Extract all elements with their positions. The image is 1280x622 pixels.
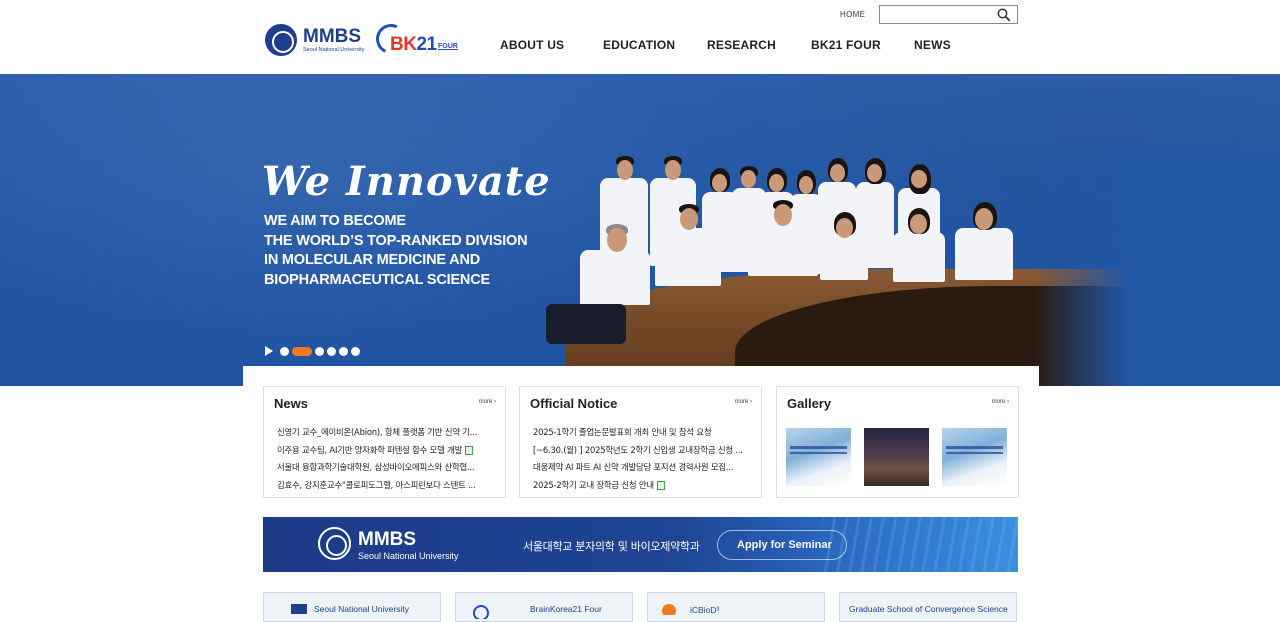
- news-item[interactable]: 이주용 교수팀, AI기반 양자화학 퍼텐셜 함수 모델 개발: [277, 442, 495, 460]
- play-icon[interactable]: [265, 346, 273, 356]
- bk21-emblem-icon: [473, 605, 489, 619]
- news-title: News: [274, 396, 308, 411]
- search-icon[interactable]: [997, 8, 1011, 22]
- mmbs-logo-subtitle: Seoul National University: [303, 46, 365, 53]
- hero-line: THE WORLD’S TOP-RANKED DIVISION: [264, 233, 528, 249]
- news-board: News more › 신영기 교수_에이비온(Abion), 항체 플랫폼 기…: [263, 386, 506, 498]
- news-item[interactable]: 서울대 융합과학기술대학원, 삼성바이오에피스와 산학협...: [277, 459, 495, 477]
- news-item[interactable]: 김효수, 강지훈교수"콜로피도그렐, 아스피린보다 스텐트 ...: [277, 477, 495, 495]
- notice-item[interactable]: [~6.30.(월) ] 2025학년도 2학기 신입생 교내장학금 신청 ..…: [533, 442, 751, 460]
- notice-title: Official Notice: [530, 396, 618, 411]
- bk21-four-logo[interactable]: BK21 FOUR: [371, 19, 458, 59]
- bk21-logo-prefix: BK: [390, 34, 417, 55]
- partner-link-snu[interactable]: Seoul National University: [263, 592, 441, 622]
- hero-line: IN MOLECULAR MEDICINE AND: [264, 252, 480, 268]
- seminar-banner[interactable]: MMBS Seoul National University 서울대학교 분자의…: [263, 517, 1018, 572]
- apply-for-seminar-button[interactable]: Apply for Seminar: [717, 530, 847, 560]
- hero-line: WE AIM TO BECOME: [264, 213, 406, 229]
- news-item[interactable]: 신영기 교수_에이비온(Abion), 항체 플랫폼 기반 신약 기...: [277, 424, 495, 442]
- hero-title: We Innovate: [262, 158, 551, 205]
- mmbs-logo-title: MMBS: [303, 25, 362, 47]
- gallery-thumbnail[interactable]: [864, 428, 929, 486]
- nav-bk21-four[interactable]: BK21 FOUR: [811, 38, 881, 52]
- notice-item[interactable]: 2025-2학기 교내 장학금 신청 안내: [533, 477, 751, 495]
- banner-department-name: 서울대학교 분자의학 및 바이오제약학과: [523, 540, 700, 553]
- hero-slider: We Innovate WE AIM TO BECOME THE WORLD’S…: [0, 74, 1280, 386]
- site-header: MMBS Seoul National University BK21 FOUR…: [0, 0, 1280, 74]
- slide-dot[interactable]: [327, 346, 336, 356]
- home-link[interactable]: HOME: [840, 10, 865, 19]
- gallery-more-link[interactable]: more ›: [992, 399, 1009, 405]
- notice-item[interactable]: 대웅제약 AI 파트 AI 신약 개발담당 포지션 경력사원 모집...: [533, 459, 751, 477]
- partner-label: Graduate School of Convergence Science: [849, 604, 1008, 614]
- slide-dot[interactable]: [280, 346, 289, 356]
- slide-dot-active[interactable]: [292, 346, 312, 356]
- notice-more-link[interactable]: more ›: [735, 399, 752, 405]
- nav-education[interactable]: EDUCATION: [603, 38, 675, 52]
- nav-news[interactable]: NEWS: [914, 38, 951, 52]
- notice-list: 2025-1학기 졸업논문발표회 개최 안내 및 참석 요청 [~6.30.(월…: [533, 424, 751, 494]
- slide-dot[interactable]: [351, 346, 360, 356]
- search-input[interactable]: [879, 5, 1018, 24]
- slide-dot[interactable]: [339, 346, 348, 356]
- partner-label: BrainKorea21 Four: [530, 604, 602, 614]
- gallery-title: Gallery: [787, 396, 832, 411]
- bk21-logo-number: 21: [416, 34, 437, 55]
- hero-line: BIOPHARMACEUTICAL SCIENCE: [264, 272, 490, 288]
- gallery-thumbnail[interactable]: [786, 428, 851, 486]
- notice-board: Official Notice more › 2025-1학기 졸업논문발표회 …: [519, 386, 762, 498]
- partner-link-convergence[interactable]: Graduate School of Convergence Science: [839, 592, 1017, 622]
- attachment-icon: [656, 480, 665, 490]
- dna-helix-icon: [823, 517, 1018, 572]
- partner-link-bk21[interactable]: BrainKorea21 Four: [455, 592, 633, 622]
- banner-mmbs-title: MMBS: [358, 529, 417, 550]
- icbiod-emblem-icon: [662, 604, 676, 615]
- gallery-board: Gallery more ›: [776, 386, 1019, 498]
- notice-item[interactable]: 2025-1학기 졸업논문발표회 개최 안내 및 참석 요청: [533, 424, 751, 442]
- slide-dot[interactable]: [315, 346, 324, 356]
- snu-seal-icon: [318, 527, 351, 560]
- nav-about-us[interactable]: ABOUT US: [500, 38, 564, 52]
- gallery-thumbnails: [786, 428, 1007, 486]
- snu-seal-icon: [265, 24, 297, 56]
- partner-label: iCBioD³: [690, 605, 720, 615]
- gallery-thumbnail[interactable]: [942, 428, 1007, 486]
- slider-controls: [265, 346, 360, 356]
- news-more-link[interactable]: more ›: [479, 399, 496, 405]
- snu-emblem-icon: [291, 604, 307, 614]
- partner-label: Seoul National University: [314, 604, 409, 614]
- partner-link-icbiod[interactable]: iCBioD³: [647, 592, 825, 622]
- attachment-icon: [465, 445, 474, 455]
- mmbs-logo[interactable]: MMBS Seoul National University: [265, 24, 364, 56]
- news-list: 신영기 교수_에이비온(Abion), 항체 플랫폼 기반 신약 기... 이주…: [277, 424, 495, 494]
- banner-mmbs-subtitle: Seoul National University: [358, 551, 459, 561]
- nav-research[interactable]: RESEARCH: [707, 38, 776, 52]
- bk21-logo-four: FOUR: [438, 43, 458, 50]
